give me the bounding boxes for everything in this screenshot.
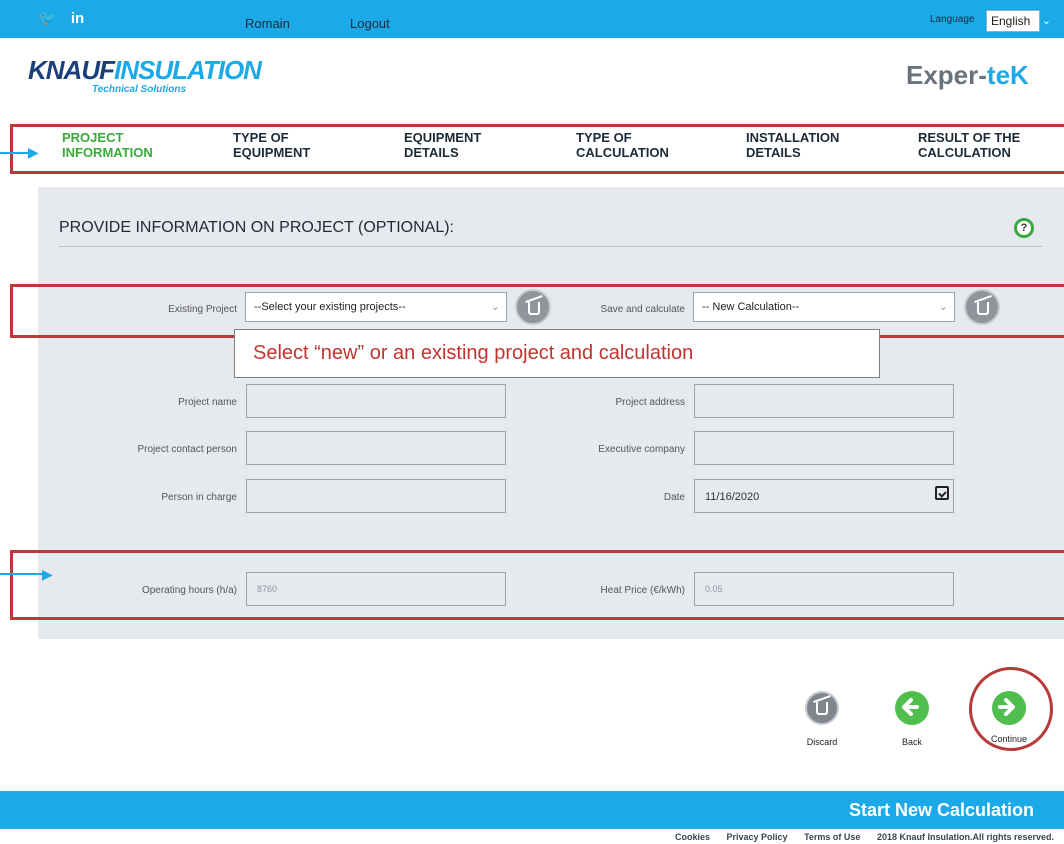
logo-part1: KNAUF [28,55,115,85]
heat-price-input[interactable]: 0.05 [694,572,954,606]
language-label: Language [930,14,975,25]
save-calculate-select[interactable]: -- New Calculation-- ⌄ [693,292,955,322]
project-name-label: Project name [178,397,237,408]
copyright-text: 2018 Knauf Insulation.All rights reserve… [876,832,1054,842]
brand-part1: Exper- [906,60,987,90]
step-type-of-equipment[interactable]: TYPE OF EQUIPMENT [233,130,310,160]
trash-icon [805,691,839,725]
panel-title: PROVIDE INFORMATION ON PROJECT (OPTIONAL… [59,219,454,236]
step-line: EQUIPMENT [404,130,482,145]
trash-can [977,302,989,315]
top-bar [0,0,1064,38]
tooltip-callout: Select “new” or an existing project and … [234,329,880,378]
existing-project-value: --Select your existing projects-- [254,301,406,313]
date-input[interactable]: 11/16/2020 [694,479,954,513]
date-value: 11/16/2020 [705,491,760,503]
operating-hours-value: 8760 [257,584,278,594]
logout-link[interactable]: Logout [350,16,390,31]
person-in-charge-input[interactable] [246,479,506,513]
logo-sub: Technical Solutions [92,84,187,95]
executive-company-input[interactable] [694,431,954,465]
step-equipment-details[interactable]: EQUIPMENT DETAILS [404,130,481,160]
step-line: TYPE OF [233,130,289,145]
step-line: EQUIPMENT [233,145,311,160]
privacy-link[interactable]: Privacy Policy [727,832,788,842]
trash-can [528,302,540,315]
operating-arrow-icon: ▶ [42,566,53,582]
exper-tek-logo: Exper-teK [906,60,1029,91]
heat-price-label: Heat Price (€/kWh) [600,585,685,596]
existing-project-label: Existing Project [168,304,237,315]
step-line: CALCULATION [918,145,1011,160]
back-label: Back [901,737,922,747]
chevron-down-icon: ⌄ [938,301,948,313]
operating-hours-input[interactable]: 8760 [246,572,506,606]
footer: Cookies Privacy Policy Terms of Use 2018… [661,832,1054,842]
language-select[interactable]: English ⌄ [986,10,1051,32]
cookies-link[interactable]: Cookies [675,832,710,842]
back-button[interactable] [895,691,929,725]
operating-arrow-line [0,573,44,575]
steps-arrow-line [0,152,30,154]
step-result-of-calculation[interactable]: RESULT OF THE CALCULATION [918,130,1020,160]
operating-hours-label: Operating hours (h/a) [141,585,237,596]
chevron-down-icon: ⌄ [490,301,500,313]
social-links: 🐦 in [38,9,94,27]
person-in-charge-label: Person in charge [161,492,237,503]
discard-button[interactable] [805,691,839,725]
continue-label: Continue [990,734,1028,744]
project-name-input[interactable] [246,384,506,418]
heat-price-value: 0.05 [705,584,723,594]
help-icon[interactable]: ? [1014,218,1034,238]
brand-part2: teK [986,60,1029,90]
chevron-down-icon: ⌄ [1041,15,1051,27]
arrow-right-icon [998,698,1015,716]
language-value: English [991,14,1031,28]
step-line: DETAILS [404,145,459,160]
steps-arrow-icon: ▶ [28,144,39,160]
step-line: INFORMATION [62,145,153,160]
step-line: RESULT OF THE [918,130,1021,145]
step-installation-details[interactable]: INSTALLATION DETAILS [746,130,839,160]
contact-person-input[interactable] [246,431,506,465]
step-line: INSTALLATION [746,130,840,145]
linkedin-icon[interactable]: in [71,10,84,27]
step-line: TYPE OF [576,130,632,145]
user-link[interactable]: Romain [245,16,290,31]
arrow-left-icon [902,698,919,716]
date-label: Date [663,492,685,503]
project-address-input[interactable] [694,384,954,418]
continue-button[interactable] [992,691,1026,725]
start-new-calculation-button[interactable]: Start New Calculation [849,800,1034,821]
knauf-logo: KNAUFINSULATION Technical Solutions [28,55,262,95]
save-calculate-label: Save and calculate [600,304,685,315]
discard-label: Discard [806,737,838,747]
twitter-icon[interactable]: 🐦 [38,10,57,27]
trash-can [816,702,828,715]
step-line: PROJECT [62,130,124,145]
terms-link[interactable]: Terms of Use [804,832,860,842]
step-project-information[interactable]: PROJECT INFORMATION [62,130,153,160]
calendar-icon[interactable] [935,486,949,500]
contact-person-label: Project contact person [137,444,238,455]
save-calculate-value: -- New Calculation-- [702,301,800,313]
step-line: DETAILS [746,145,801,160]
project-address-label: Project address [615,397,685,408]
existing-project-select[interactable]: --Select your existing projects-- ⌄ [245,292,507,322]
executive-company-label: Executive company [598,444,685,455]
logo-part2: INSULATION [114,55,262,85]
delete-calculation-button[interactable] [964,289,1000,325]
step-type-of-calculation[interactable]: TYPE OF CALCULATION [576,130,669,160]
steps-highlight-box [10,124,1064,174]
bottom-bar: Start New Calculation [0,791,1064,829]
step-line: CALCULATION [576,145,669,160]
divider [59,246,1042,247]
